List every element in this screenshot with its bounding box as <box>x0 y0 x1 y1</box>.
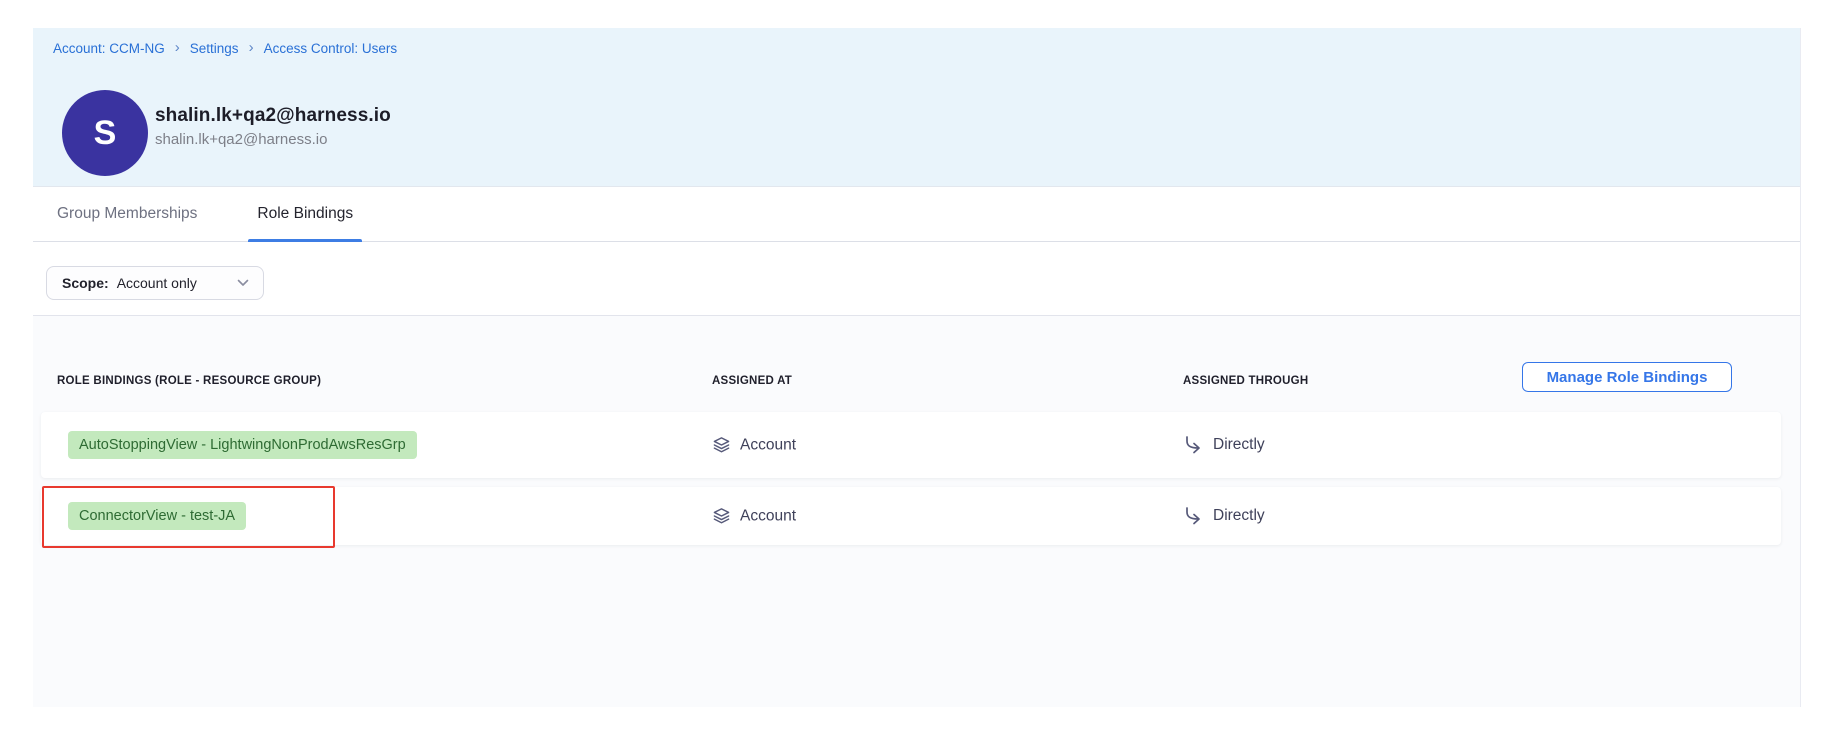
content-container: Account: CCM-NG › Settings › Access Cont… <box>33 28 1801 707</box>
layers-icon <box>712 507 731 526</box>
column-header-assigned-through: ASSIGNED THROUGH <box>1183 375 1308 387</box>
profile-texts: shalin.lk+qa2@harness.io shalin.lk+qa2@h… <box>155 105 391 148</box>
chevron-down-icon <box>237 279 249 287</box>
layers-icon <box>712 436 731 455</box>
assigned-at-value: Account <box>740 507 796 525</box>
assigned-at-cell: Account <box>712 436 796 455</box>
assigned-at-value: Account <box>740 436 796 454</box>
role-binding-badge: AutoStoppingView - LightwingNonProdAwsRe… <box>68 431 417 459</box>
manage-role-bindings-button[interactable]: Manage Role Bindings <box>1522 362 1732 392</box>
breadcrumb-link-settings[interactable]: Settings <box>190 41 239 56</box>
column-header-assigned-at: ASSIGNED AT <box>712 375 792 387</box>
assigned-at-cell: Account <box>712 507 796 526</box>
table-row[interactable]: AutoStoppingView - LightwingNonProdAwsRe… <box>41 412 1781 478</box>
role-binding-badge: ConnectorView - test-JA <box>68 502 246 530</box>
breadcrumb-link-account[interactable]: Account: CCM-NG <box>53 41 165 56</box>
assigned-through-value: Directly <box>1213 436 1265 454</box>
page-title: shalin.lk+qa2@harness.io <box>155 105 391 127</box>
scope-filter-dropdown[interactable]: Scope: Account only <box>46 266 264 300</box>
page: Account: CCM-NG › Settings › Access Cont… <box>0 0 1822 736</box>
assigned-through-cell: Directly <box>1182 505 1265 527</box>
profile-header: Account: CCM-NG › Settings › Access Cont… <box>33 28 1800 187</box>
table-row[interactable]: ConnectorView - test-JA Account Directly <box>41 487 1781 545</box>
tab-role-bindings[interactable]: Role Bindings <box>248 187 362 241</box>
direct-assignment-arrow-icon <box>1182 505 1204 527</box>
profile-email: shalin.lk+qa2@harness.io <box>155 131 391 148</box>
assigned-through-cell: Directly <box>1182 434 1265 456</box>
breadcrumb: Account: CCM-NG › Settings › Access Cont… <box>53 41 397 56</box>
scope-filter-label: Scope: <box>62 275 109 291</box>
role-bindings-section: ROLE BINDINGS (ROLE - RESOURCE GROUP) AS… <box>33 316 1800 707</box>
assigned-through-value: Directly <box>1213 507 1265 525</box>
scope-filter-value: Account only <box>117 275 197 291</box>
avatar: S <box>62 90 148 176</box>
breadcrumb-link-access-control-users[interactable]: Access Control: Users <box>264 41 398 56</box>
tab-bar: Group Memberships Role Bindings <box>33 187 1800 242</box>
direct-assignment-arrow-icon <box>1182 434 1204 456</box>
filter-bar: Scope: Account only <box>33 242 1800 316</box>
breadcrumb-separator-icon: › <box>249 40 254 55</box>
profile-row: S shalin.lk+qa2@harness.io shalin.lk+qa2… <box>62 90 391 176</box>
breadcrumb-separator-icon: › <box>175 40 180 55</box>
column-header-role-bindings: ROLE BINDINGS (ROLE - RESOURCE GROUP) <box>57 375 321 387</box>
tab-group-memberships[interactable]: Group Memberships <box>48 187 206 241</box>
